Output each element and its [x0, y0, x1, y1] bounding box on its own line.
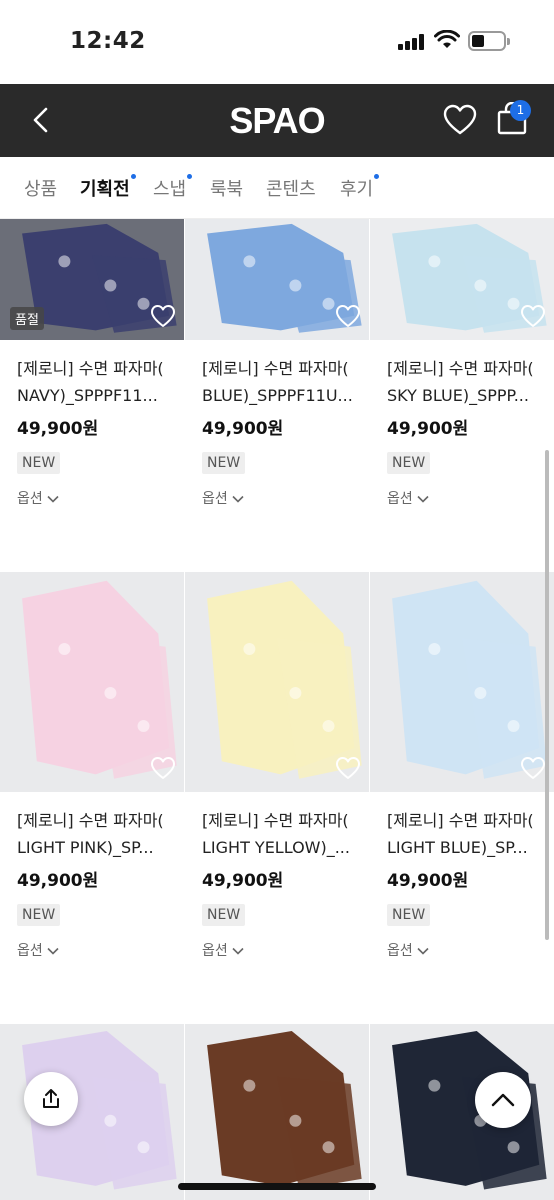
chevron-down-icon: [47, 495, 59, 503]
product-image[interactable]: [185, 219, 369, 340]
product-image[interactable]: [370, 572, 554, 792]
tab-label: 후기: [340, 179, 374, 200]
product-name-line1: [제로니] 수면 파자마(: [17, 811, 164, 830]
product-price: 49,900원: [202, 419, 284, 439]
tab-exhibitions[interactable]: 기획전: [80, 174, 136, 201]
cart-count-badge: 1: [510, 100, 531, 121]
app-header: SPAO: [0, 84, 554, 157]
product-image[interactable]: [185, 1024, 369, 1200]
product-name-line1: [제로니] 수면 파자마(: [387, 359, 534, 378]
wishlist-heart-icon[interactable]: [335, 756, 361, 784]
new-badge: NEW: [387, 452, 431, 474]
product-name-line2: SKY BLUE)_SPPP...: [387, 386, 529, 405]
status-bar: 12:42: [0, 0, 554, 84]
new-dot: [187, 174, 193, 179]
option-label: 옵션: [17, 491, 43, 507]
new-badge: NEW: [202, 452, 246, 474]
scroll-top-button[interactable]: [475, 1072, 531, 1128]
tab-lookbook[interactable]: 룩북: [210, 175, 243, 201]
product-price: 49,900원: [17, 419, 99, 439]
tab-products[interactable]: 상품: [24, 175, 57, 201]
wishlist-heart-icon[interactable]: [520, 304, 546, 332]
tab-snap[interactable]: 스냅: [153, 174, 193, 201]
new-badge: NEW: [17, 452, 61, 474]
wifi-icon: [434, 30, 460, 48]
tab-label: 룩북: [210, 179, 244, 200]
tab-label: 기획전: [80, 179, 130, 200]
product-name-line1: [제로니] 수면 파자마(: [202, 359, 349, 378]
option-dropdown[interactable]: 옵션: [202, 940, 244, 960]
product-name-line2: LIGHT BLUE)_SP...: [387, 838, 528, 857]
chevron-down-icon: [47, 947, 59, 955]
option-label: 옵션: [387, 491, 413, 507]
tab-label: 콘텐츠: [266, 179, 316, 200]
option-dropdown[interactable]: 옵션: [387, 940, 429, 960]
tab-label: 상품: [24, 179, 58, 200]
option-label: 옵션: [387, 943, 413, 959]
product-image[interactable]: [185, 572, 369, 792]
product-price: 49,900원: [387, 419, 469, 439]
product-image[interactable]: [0, 572, 184, 792]
new-badge: NEW: [202, 904, 246, 926]
chevron-down-icon: [417, 947, 429, 955]
new-badge: NEW: [17, 904, 61, 926]
battery-icon: [468, 31, 510, 51]
product-name-line1: [제로니] 수면 파자마(: [17, 359, 164, 378]
wishlist-heart-icon[interactable]: [335, 304, 361, 332]
home-indicator: [178, 1183, 376, 1190]
option-dropdown[interactable]: 옵션: [202, 488, 244, 508]
wishlist-heart-icon[interactable]: [150, 756, 176, 784]
option-dropdown[interactable]: 옵션: [17, 940, 59, 960]
product-name-line2: NAVY)_SPPPF11...: [17, 386, 158, 405]
signal-icon: [398, 34, 426, 50]
scrollbar[interactable]: [545, 450, 549, 940]
product-price: 49,900원: [387, 871, 469, 891]
sold-out-badge: 품절: [10, 307, 44, 330]
chevron-down-icon: [232, 947, 244, 955]
option-dropdown[interactable]: 옵션: [387, 488, 429, 508]
product-image[interactable]: 품절: [0, 219, 184, 340]
share-button[interactable]: [24, 1072, 78, 1126]
option-label: 옵션: [202, 943, 228, 959]
product-name-line1: [제로니] 수면 파자마(: [202, 811, 349, 830]
chevron-up-icon: [491, 1093, 515, 1107]
new-dot: [130, 174, 136, 179]
product-name-line2: LIGHT PINK)_SP...: [17, 838, 154, 857]
product-name-line2: BLUE)_SPPPF11U...: [202, 386, 353, 405]
wishlist-heart-icon[interactable]: [520, 756, 546, 784]
share-icon: [43, 1089, 59, 1108]
product-image[interactable]: [370, 219, 554, 340]
product-price: 49,900원: [202, 871, 284, 891]
product-name-line1: [제로니] 수면 파자마(: [387, 811, 534, 830]
new-badge: NEW: [387, 904, 431, 926]
option-label: 옵션: [202, 491, 228, 507]
option-label: 옵션: [17, 943, 43, 959]
product-name-line2: LIGHT YELLOW)_...: [202, 838, 350, 857]
chevron-down-icon: [232, 495, 244, 503]
wishlist-heart-icon[interactable]: [150, 304, 176, 332]
new-dot: [374, 174, 380, 179]
tab-contents[interactable]: 콘텐츠: [266, 175, 316, 201]
category-tabs: 상품 기획전 스냅 룩북 콘텐츠 후기: [0, 157, 554, 219]
tab-reviews[interactable]: 후기: [340, 174, 380, 201]
product-price: 49,900원: [17, 871, 99, 891]
option-dropdown[interactable]: 옵션: [17, 488, 59, 508]
tab-label: 스냅: [153, 179, 187, 200]
chevron-down-icon: [417, 495, 429, 503]
status-time: 12:42: [70, 28, 146, 54]
wishlist-icon[interactable]: [443, 104, 477, 136]
